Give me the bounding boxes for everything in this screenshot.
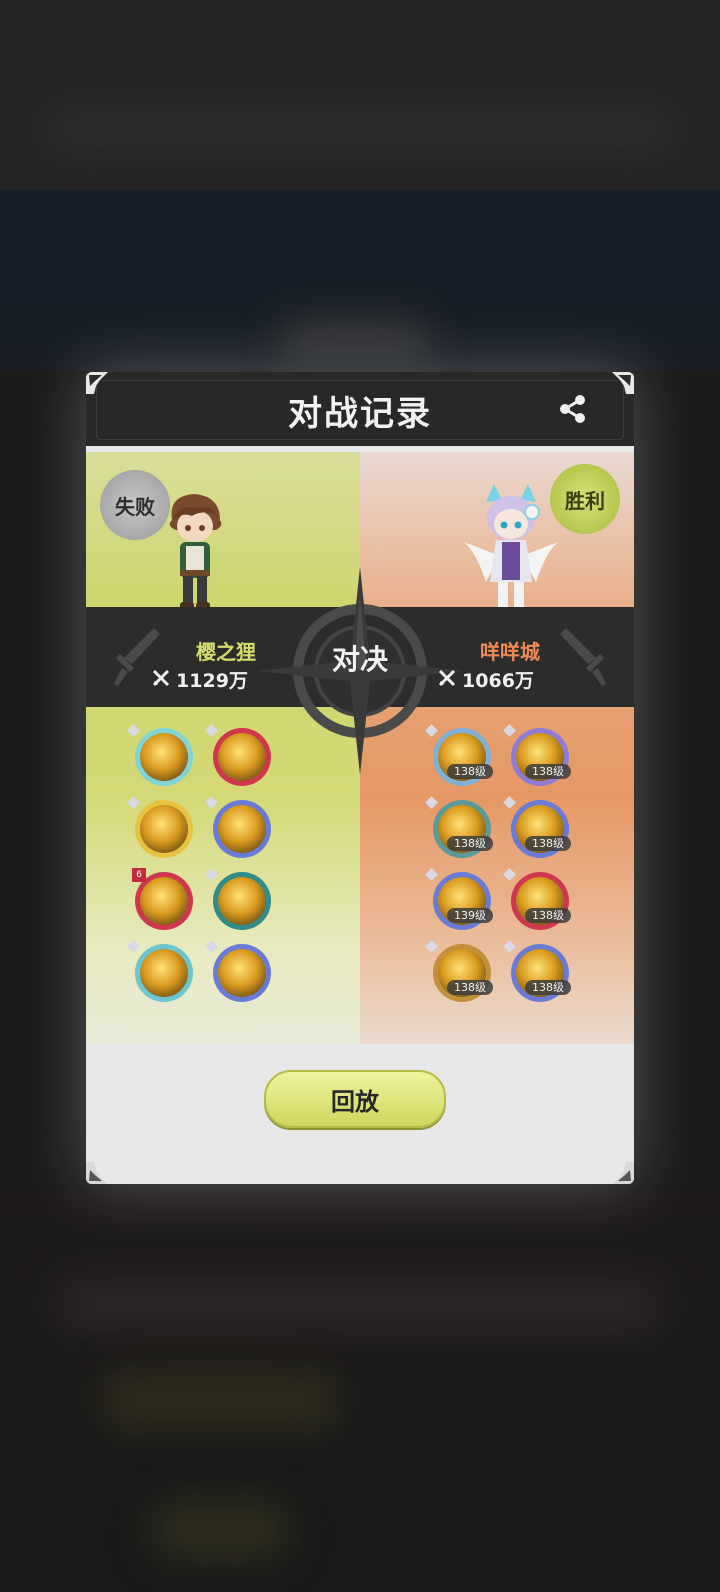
skill-art xyxy=(218,877,266,925)
skill-art xyxy=(140,949,188,997)
skill-star-pips xyxy=(205,796,219,809)
skill-level-label: 138级 xyxy=(525,764,571,779)
right-player-name: 咩咩城 xyxy=(480,640,540,664)
skill-level-label: 138级 xyxy=(447,836,493,851)
crimson-ring-skill-icon[interactable] xyxy=(205,724,271,786)
golden-rune-skill-icon[interactable] xyxy=(127,724,193,786)
skill-star-pips xyxy=(425,796,439,809)
left-player-power: 1129万 xyxy=(100,666,300,693)
skill-rank-badge: 6 xyxy=(132,868,146,882)
lightning-skill-icon[interactable]: 138级 xyxy=(425,940,493,1002)
skill-art xyxy=(140,877,188,925)
right-player-power: 1066万 xyxy=(386,666,586,693)
dialog-header: 对战记录 xyxy=(86,372,634,446)
skill-level-label: 138级 xyxy=(447,764,493,779)
skill-art xyxy=(218,805,266,853)
burst-skill-icon[interactable]: 138级 xyxy=(425,724,493,786)
corner-ornament-icon xyxy=(86,372,108,394)
sunrise-skill-icon[interactable]: 138级 xyxy=(425,796,493,858)
crossed-swords-icon xyxy=(152,669,170,687)
skill-level-label: 138级 xyxy=(525,980,571,995)
corner-ornament-icon xyxy=(612,372,634,394)
red-shield-skill-icon[interactable] xyxy=(205,940,271,1002)
left-power-value: 1129万 xyxy=(176,670,248,692)
skill-star-pips xyxy=(127,940,141,953)
battle-stage: 失败 胜利 樱之狸 咩咩城 1129万 1066万 对决 6 138级 138级… xyxy=(86,452,634,1082)
beast-skill-icon[interactable] xyxy=(205,796,271,858)
corner-ornament-icon xyxy=(86,1162,108,1184)
left-player-name: 樱之狸 xyxy=(196,640,256,664)
gold-shield-skill-icon[interactable]: 6 xyxy=(132,868,193,930)
skill-star-pips xyxy=(503,796,517,809)
crossed-swords-icon xyxy=(438,669,456,687)
skill-star-pips xyxy=(205,724,219,737)
left-character-avatar xyxy=(167,494,223,621)
skill-star-pips xyxy=(127,724,141,737)
skill-art xyxy=(218,733,266,781)
skill-art xyxy=(218,949,266,997)
skill-art xyxy=(140,733,188,781)
skill-star-pips xyxy=(425,868,439,881)
skill-level-label: 138级 xyxy=(525,836,571,851)
sun-core-skill-icon[interactable]: 138级 xyxy=(503,724,571,786)
trident-skill-icon[interactable] xyxy=(127,796,193,858)
swirl-skill-icon[interactable]: 139级 xyxy=(425,868,493,930)
wind-slash-skill-icon[interactable] xyxy=(127,940,193,1002)
right-power-value: 1066万 xyxy=(462,670,534,692)
skill-star-pips xyxy=(503,724,517,737)
skill-star-pips xyxy=(503,868,517,881)
skill-art xyxy=(140,805,188,853)
battle-record-dialog: 对战记录 失败 胜利 樱之狸 咩咩城 1129万 1066万 对决 6 138级… xyxy=(86,372,634,1184)
replay-button[interactable]: 回放 xyxy=(264,1070,446,1128)
skill-star-pips xyxy=(425,940,439,953)
skill-level-label: 139级 xyxy=(447,908,493,923)
skill-star-pips xyxy=(127,796,141,809)
skill-level-label: 138级 xyxy=(525,908,571,923)
flame-orb-skill-icon[interactable]: 138级 xyxy=(503,868,571,930)
dialog-title: 对战记录 xyxy=(288,394,432,434)
claw-skill-icon[interactable]: 138级 xyxy=(503,796,571,858)
skill-star-pips xyxy=(205,940,219,953)
share-icon[interactable] xyxy=(556,392,590,426)
versus-label: 对决 xyxy=(331,643,388,676)
skill-star-pips xyxy=(425,724,439,737)
right-character-avatar xyxy=(464,484,558,621)
skill-star-pips xyxy=(205,868,219,881)
skill-star-pips xyxy=(503,940,517,953)
arcane-circle-skill-icon[interactable]: 138级 xyxy=(503,940,571,1002)
hexagon-skill-icon[interactable] xyxy=(205,868,271,930)
corner-ornament-icon xyxy=(612,1162,634,1184)
skill-level-label: 138级 xyxy=(447,980,493,995)
